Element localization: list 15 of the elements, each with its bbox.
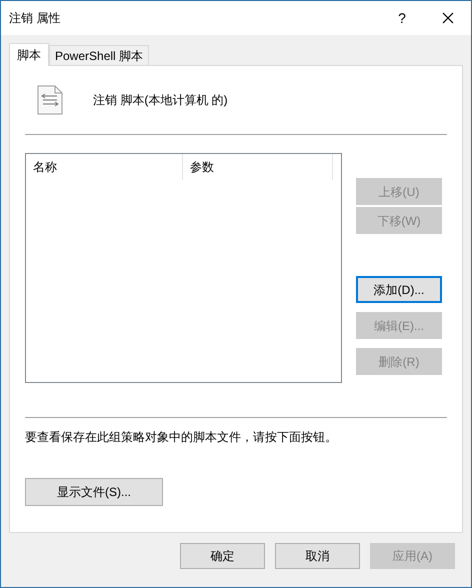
close-icon [442, 12, 454, 24]
hint-text: 要查看保存在此组策略对象中的脚本文件，请按下面按钮。 [25, 429, 338, 446]
column-header[interactable]: 参数 [183, 154, 333, 180]
side-button[interactable]: 添加(D)... [356, 276, 442, 303]
scripts-list[interactable]: 名称 参数 [25, 153, 342, 383]
tab[interactable]: PowerShell 脚本 [49, 45, 150, 65]
show-files-button[interactable]: 显示文件(S)... [25, 478, 163, 506]
column-header[interactable]: 名称 [26, 154, 183, 180]
scripts-heading: 注销 脚本(本地计算机 的) [93, 92, 228, 109]
dialog-button[interactable]: 确定 [180, 543, 265, 569]
tab[interactable]: 脚本 [9, 43, 49, 66]
script-file-icon [37, 85, 63, 115]
help-button[interactable]: ? [379, 1, 425, 35]
dialog-button[interactable]: 取消 [275, 543, 360, 569]
window-title: 注销 属性 [9, 10, 62, 27]
